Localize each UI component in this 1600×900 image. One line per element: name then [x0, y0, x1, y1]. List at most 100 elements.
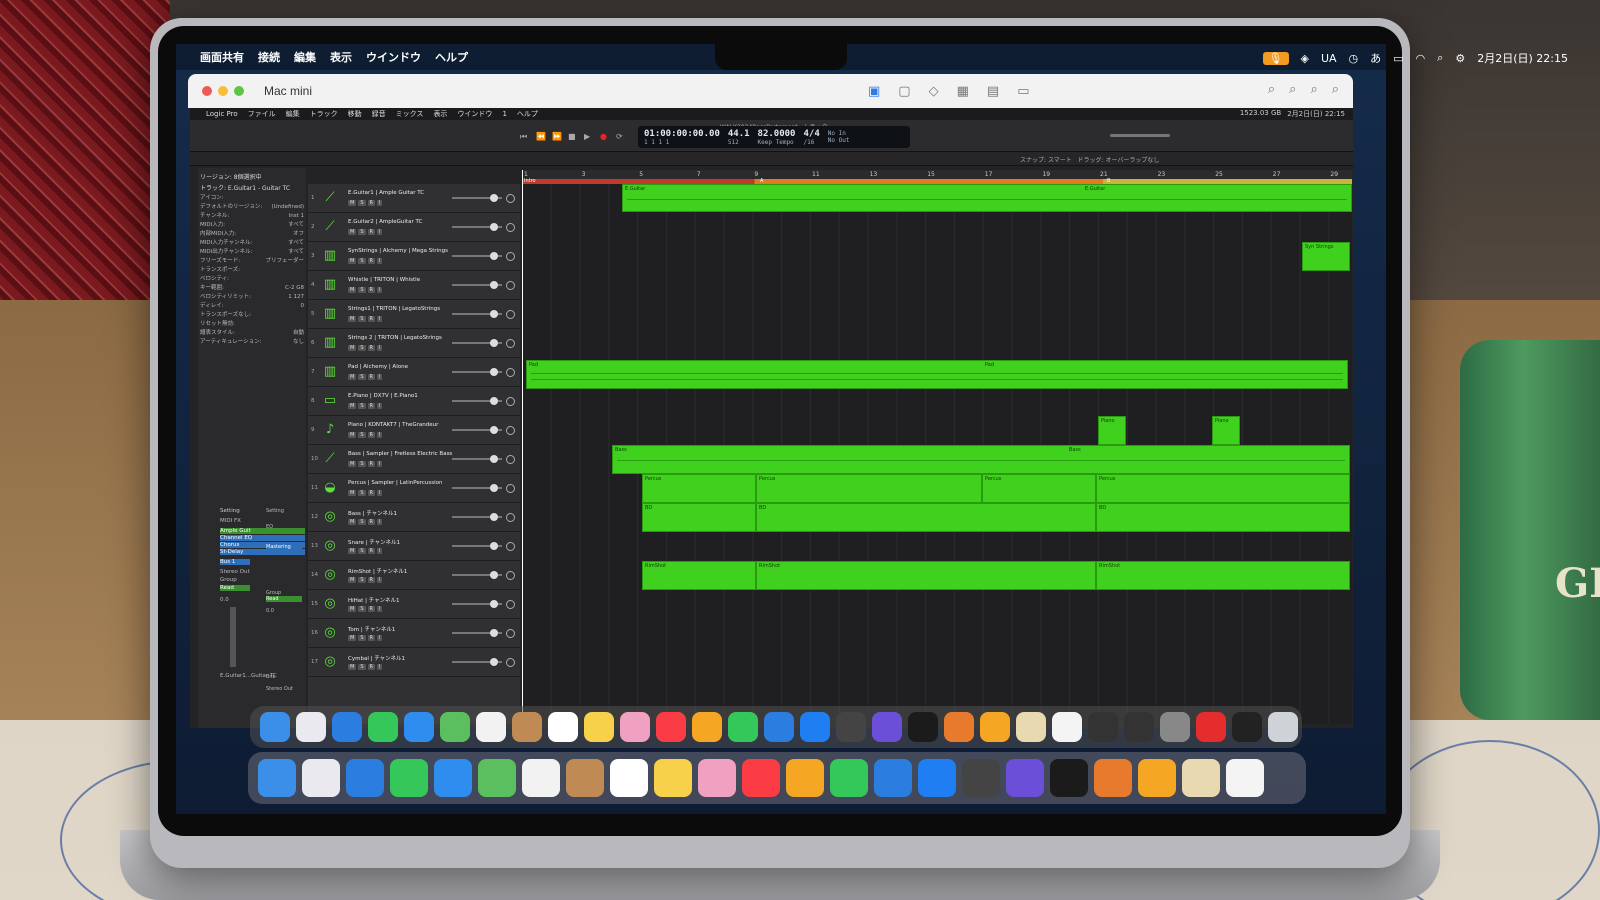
track-volume-slider[interactable]: [452, 281, 502, 289]
zoom-in-icon[interactable]: ⌕: [1310, 82, 1317, 97]
record-enable-button[interactable]: R: [367, 635, 375, 641]
mute-button[interactable]: M: [348, 577, 357, 583]
mute-button[interactable]: M: [348, 606, 357, 612]
photos-icon[interactable]: [620, 712, 650, 742]
music-icon[interactable]: [656, 712, 686, 742]
playhead[interactable]: [522, 170, 523, 724]
track-pan-knob[interactable]: [506, 252, 515, 261]
region-pad[interactable]: Pad Pad: [526, 360, 1348, 389]
inspector-row[interactable]: 内部MIDI入力: オフ: [200, 230, 304, 239]
mute-button[interactable]: M: [348, 258, 357, 264]
kana-input[interactable]: あ: [1370, 50, 1381, 66]
radio-icon[interactable]: [980, 712, 1010, 742]
track-volume-slider[interactable]: [452, 223, 502, 231]
region-piano-1[interactable]: Piano: [1098, 416, 1126, 445]
record-enable-button[interactable]: R: [367, 345, 375, 351]
go-to-start-button[interactable]: ⏮: [520, 132, 527, 142]
record-enable-button[interactable]: R: [367, 577, 375, 583]
track-name[interactable]: E.Piano | DX7V | E.Piano1: [348, 393, 418, 399]
numbers-icon[interactable]: [830, 759, 868, 797]
track-header[interactable]: 10 ⟋ Bass | Sampler | Fretless Electric …: [308, 445, 520, 474]
track-header[interactable]: 3 ▥ SynStrings | Alchemy | Mega Strings …: [308, 242, 520, 271]
track-pan-knob[interactable]: [506, 629, 515, 638]
photos-icon[interactable]: [522, 759, 560, 797]
drag-value[interactable]: オーバーラップなし: [1105, 157, 1159, 164]
remote-menu-view[interactable]: 表示: [433, 109, 447, 119]
lcd-display[interactable]: 01:00:00:00.00 1 1 1 1 44.1 512 82.0000 …: [638, 126, 910, 148]
record-enable-button[interactable]: R: [367, 548, 375, 554]
record-enable-button[interactable]: R: [367, 316, 375, 322]
finder-icon[interactable]: [260, 712, 290, 742]
inspector-row[interactable]: アイコン:: [200, 194, 304, 203]
input-monitor-button[interactable]: I: [377, 577, 383, 583]
track-name[interactable]: E.Guitar2 | AmpleGuitar TC: [348, 219, 422, 225]
track-header[interactable]: 7 ▥ Pad | Alchemy | Alone M S R I: [308, 358, 520, 387]
track-name[interactable]: Tom | チャンネル1: [348, 625, 395, 633]
solo-button[interactable]: S: [358, 432, 366, 438]
inspector-row[interactable]: チャンネル: Inst 1: [200, 212, 304, 221]
safari-icon[interactable]: [346, 759, 384, 797]
record-enable-button[interactable]: R: [367, 374, 375, 380]
track-pan-knob[interactable]: [506, 600, 515, 609]
mute-button[interactable]: M: [348, 490, 357, 496]
track-header[interactable]: 5 ▥ Strings1 | TRITON | LegatoStrings M …: [308, 300, 520, 329]
remote-menu-file[interactable]: ファイル: [248, 109, 276, 119]
inspector-row-value[interactable]: 0: [301, 302, 305, 311]
track-header[interactable]: 16 ◎ Tom | チャンネル1 M S R I: [308, 619, 520, 648]
region-percus-1[interactable]: Percus: [642, 474, 756, 503]
region-rim-2[interactable]: RimShot: [756, 561, 1096, 590]
region-synstrings[interactable]: Syn Strings: [1302, 242, 1350, 271]
record-enable-button[interactable]: R: [367, 519, 375, 525]
notes-icon[interactable]: [584, 712, 614, 742]
inspector-row[interactable]: フリーズモード: プリフェーダー: [200, 257, 304, 266]
maps-icon[interactable]: [478, 759, 516, 797]
track-name[interactable]: SynStrings | Alchemy | Mega Strings: [348, 248, 448, 254]
messages-icon[interactable]: [368, 712, 398, 742]
solo-button[interactable]: S: [358, 229, 366, 235]
solo-button[interactable]: S: [358, 519, 366, 525]
region-inspector-header[interactable]: リージョン: 8個選択中: [200, 172, 304, 181]
keynote-icon[interactable]: [764, 712, 794, 742]
track-volume-slider[interactable]: [452, 513, 502, 521]
solo-button[interactable]: S: [358, 548, 366, 554]
app-store-icon[interactable]: [800, 712, 830, 742]
record-enable-button[interactable]: R: [367, 403, 375, 409]
imovie-icon[interactable]: [872, 712, 902, 742]
menu-help[interactable]: ヘルプ: [435, 49, 468, 65]
solo-button[interactable]: S: [358, 461, 366, 467]
record-enable-button[interactable]: R: [367, 606, 375, 612]
region-bd-3[interactable]: BD: [1096, 503, 1350, 532]
zoom-out-icon[interactable]: ⌕: [1289, 82, 1296, 97]
spotlight-icon[interactable]: ⌕: [1437, 51, 1443, 65]
mute-button[interactable]: M: [348, 345, 357, 351]
cycle-button[interactable]: ⟳: [616, 132, 623, 141]
track-pan-knob[interactable]: [506, 571, 515, 580]
track-pan-knob[interactable]: [506, 426, 515, 435]
display-icon[interactable]: ▭: [1017, 84, 1029, 99]
wifi-icon[interactable]: ◠: [1416, 52, 1426, 65]
pages-icon[interactable]: [692, 712, 722, 742]
track-name[interactable]: Piano | KONTAKT7 | TheGrandeur: [348, 422, 438, 428]
region-rim-3[interactable]: RimShot: [1096, 561, 1350, 590]
trash-icon[interactable]: [1226, 759, 1264, 797]
input-monitor-button[interactable]: I: [377, 432, 383, 438]
safari-icon[interactable]: [332, 712, 362, 742]
maps-icon[interactable]: [440, 712, 470, 742]
mute-button[interactable]: M: [348, 548, 357, 554]
track-volume-slider[interactable]: [452, 542, 502, 550]
view-mode-icon[interactable]: ▢: [898, 84, 910, 99]
solo-button[interactable]: S: [358, 490, 366, 496]
inspector-row[interactable]: キー範囲: C-2 G8: [200, 284, 304, 293]
app-store-icon[interactable]: [742, 759, 780, 797]
mute-button[interactable]: M: [348, 374, 357, 380]
track-header[interactable]: 12 ◎ Bass | チャンネル1 M S R I: [308, 503, 520, 532]
mute-button[interactable]: M: [348, 664, 357, 670]
solo-button[interactable]: S: [358, 374, 366, 380]
solo-button[interactable]: S: [358, 258, 366, 264]
track-inspector-header[interactable]: トラック: E.Guitar1 - Guitar TC: [200, 183, 304, 192]
menu-clock[interactable]: 2月2日(日) 22:15: [1477, 50, 1568, 66]
pages-icon[interactable]: [786, 759, 824, 797]
region-guitar1[interactable]: E.Guitar E.Guitar: [622, 184, 1352, 212]
mute-button[interactable]: M: [348, 635, 357, 641]
grid-icon[interactable]: ▦: [957, 84, 969, 99]
